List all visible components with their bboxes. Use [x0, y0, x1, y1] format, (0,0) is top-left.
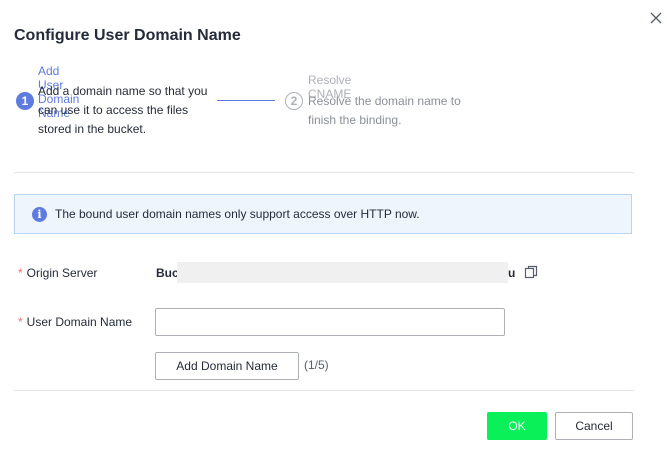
add-domain-button[interactable]: Add Domain Name	[155, 352, 299, 380]
origin-server-value-end: u	[508, 266, 516, 280]
step-description: Add a domain name so that you can use it…	[38, 84, 208, 136]
info-icon: i	[32, 206, 47, 222]
divider	[14, 172, 634, 173]
divider	[14, 390, 634, 391]
step-description: Resolve the domain name to finish the bi…	[308, 94, 461, 127]
origin-server-label-text: Origin Server	[26, 266, 98, 280]
step-connector	[217, 100, 275, 101]
cancel-button[interactable]: Cancel	[555, 412, 633, 440]
required-mark: *	[18, 315, 23, 329]
copy-icon[interactable]	[524, 265, 538, 279]
step-number: 1	[16, 92, 34, 110]
info-text: The bound user domain names only support…	[55, 207, 420, 221]
redacted-value	[177, 262, 508, 283]
origin-server-label: * Origin Server	[18, 266, 97, 280]
required-mark: *	[18, 266, 23, 280]
info-banner: i The bound user domain names only suppo…	[14, 194, 632, 234]
user-domain-label: * User Domain Name	[18, 315, 132, 329]
dialog-title: Configure User Domain Name	[14, 27, 241, 44]
user-domain-input[interactable]	[155, 308, 505, 336]
ok-button[interactable]: OK	[487, 412, 547, 440]
step-number: 2	[285, 92, 303, 110]
close-icon[interactable]	[648, 10, 664, 26]
origin-server-value: Buc	[156, 266, 179, 280]
user-domain-label-text: User Domain Name	[26, 315, 133, 329]
domain-count: (1/5)	[304, 358, 329, 372]
